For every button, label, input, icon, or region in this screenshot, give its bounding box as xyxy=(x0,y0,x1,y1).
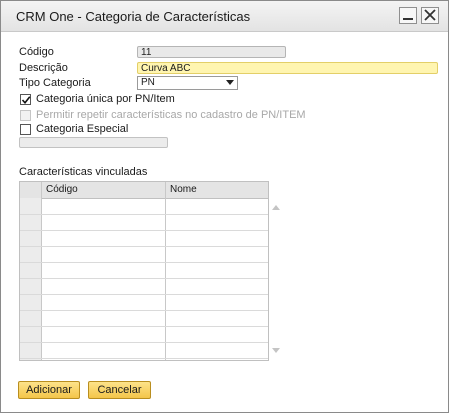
codigo-field[interactable]: 11 xyxy=(137,46,286,58)
categoria-especial-field[interactable] xyxy=(19,137,168,148)
grid-title: Características vinculadas xyxy=(19,166,148,178)
table-row[interactable] xyxy=(20,231,268,247)
permitir-repetir-checkbox[interactable] xyxy=(20,110,31,121)
table-row[interactable] xyxy=(20,199,268,215)
minimize-button[interactable] xyxy=(399,7,417,24)
chevron-down-icon xyxy=(226,80,234,85)
descricao-label: Descrição xyxy=(19,62,68,74)
close-button[interactable] xyxy=(421,7,439,24)
table-row[interactable] xyxy=(20,343,268,359)
table-row[interactable] xyxy=(20,327,268,343)
adicionar-button[interactable]: Adicionar xyxy=(18,381,80,399)
scroll-down-icon[interactable] xyxy=(271,347,281,355)
grid-header-codigo[interactable]: Código xyxy=(46,184,78,195)
categoria-especial-label: Categoria Especial xyxy=(36,123,129,135)
scroll-up-icon[interactable] xyxy=(271,203,281,211)
tipo-categoria-select[interactable]: PN xyxy=(137,76,238,90)
table-row[interactable] xyxy=(20,263,268,279)
dialog-window: CRM One - Categoria de Características C… xyxy=(0,0,449,413)
grid-header-nome[interactable]: Nome xyxy=(170,184,197,195)
table-row[interactable] xyxy=(20,295,268,311)
window-title: CRM One - Categoria de Características xyxy=(16,9,251,24)
table-row[interactable] xyxy=(20,215,268,231)
tipo-categoria-label: Tipo Categoria xyxy=(19,77,91,89)
table-row[interactable] xyxy=(20,247,268,263)
tipo-categoria-value: PN xyxy=(141,77,155,88)
close-icon xyxy=(424,9,436,21)
descricao-field[interactable]: Curva ABC xyxy=(137,62,438,74)
categoria-unica-label: Categoria única por PN/Item xyxy=(36,93,175,105)
permitir-repetir-label: Permitir repetir características no cada… xyxy=(36,109,306,121)
title-bar[interactable]: CRM One - Categoria de Características xyxy=(1,1,448,32)
table-row[interactable] xyxy=(20,311,268,327)
codigo-label: Código xyxy=(19,46,54,58)
caracteristicas-grid[interactable]: Código Nome xyxy=(19,181,269,361)
cancelar-button[interactable]: Cancelar xyxy=(88,381,151,399)
check-icon xyxy=(21,96,31,105)
table-row[interactable] xyxy=(20,279,268,295)
categoria-especial-checkbox[interactable] xyxy=(20,124,31,135)
categoria-unica-checkbox[interactable] xyxy=(20,94,31,105)
